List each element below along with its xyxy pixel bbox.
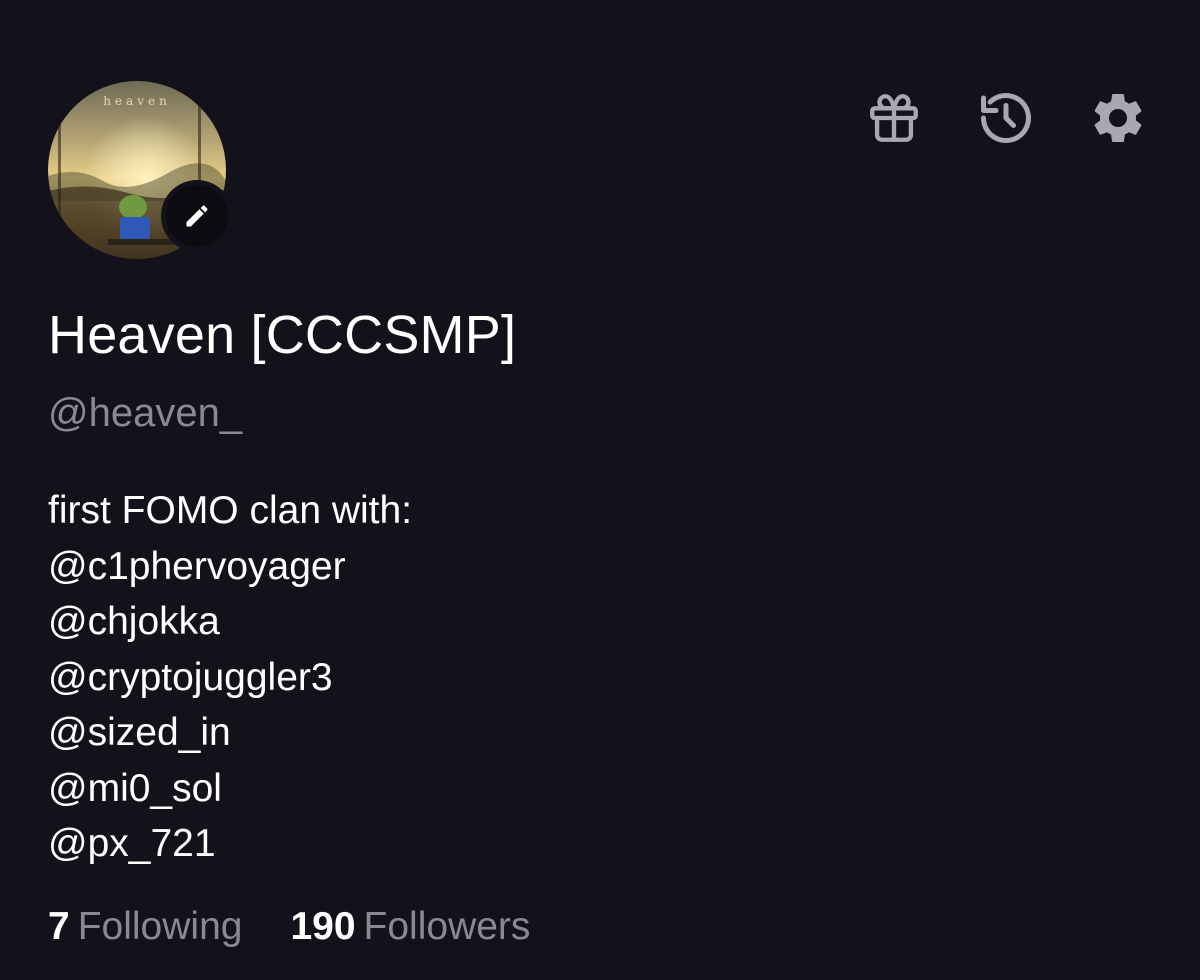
bio-mention-link[interactable]: @px_721 [48, 816, 412, 872]
bio-mention-link[interactable]: @cryptojuggler3 [48, 650, 412, 706]
bio-mention-link[interactable]: @chjokka [48, 594, 412, 650]
edit-badge-inner [166, 185, 228, 247]
followers-link[interactable]: 190 Followers [290, 905, 530, 949]
settings-button[interactable] [1088, 88, 1148, 148]
username-handle: @heaven_ [48, 391, 243, 435]
bio-mention-link[interactable]: @sized_in [48, 705, 412, 761]
gift-icon [870, 94, 918, 142]
follow-stats: 7 Following 190 Followers [48, 905, 530, 949]
bio-mention-link[interactable]: @mi0_sol [48, 761, 412, 817]
following-count: 7 [48, 905, 70, 948]
gear-icon [1094, 93, 1142, 142]
following-link[interactable]: 7 Following [48, 905, 242, 949]
edit-avatar-button[interactable] [161, 180, 233, 252]
bio-mention-link[interactable]: @c1phervoyager [48, 539, 412, 595]
bio-intro-line: first FOMO clan with: [48, 489, 413, 532]
display-name: Heaven [CCCSMP] [48, 305, 517, 365]
bio: first FOMO clan with: @c1phervoyager @ch… [48, 483, 412, 872]
followers-count: 190 [290, 905, 356, 948]
history-icon [981, 93, 1031, 144]
header-actions [864, 88, 1148, 148]
pencil-icon [186, 205, 208, 227]
followers-label: Followers [363, 905, 531, 948]
avatar-container: heaven [48, 81, 233, 259]
history-button[interactable] [976, 88, 1036, 148]
following-label: Following [77, 905, 243, 948]
gift-button[interactable] [864, 88, 924, 148]
avatar-logo-text: heaven [103, 94, 171, 108]
